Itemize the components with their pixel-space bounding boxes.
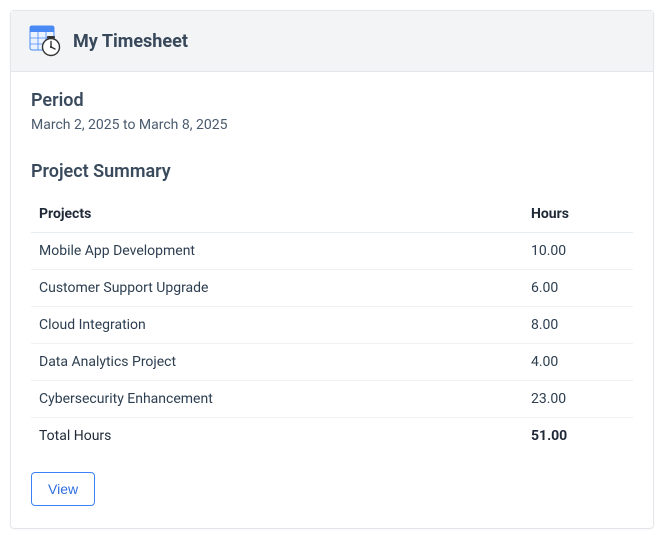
card-body: Period March 2, 2025 to March 8, 2025 Pr… [11, 72, 653, 528]
project-name: Mobile App Development [31, 233, 523, 270]
project-name: Cloud Integration [31, 307, 523, 344]
project-hours: 8.00 [523, 307, 633, 344]
total-row: Total Hours 51.00 [31, 418, 633, 455]
total-label: Total Hours [31, 418, 523, 455]
total-hours: 51.00 [523, 418, 633, 455]
table-row: Cybersecurity Enhancement 23.00 [31, 381, 633, 418]
period-label: Period [31, 90, 633, 111]
period-value: March 2, 2025 to March 8, 2025 [31, 117, 633, 133]
card-header: My Timesheet [11, 11, 653, 72]
view-button[interactable]: View [31, 472, 95, 506]
timesheet-card: My Timesheet Period March 2, 2025 to Mar… [10, 10, 654, 529]
project-name: Data Analytics Project [31, 344, 523, 381]
project-name: Customer Support Upgrade [31, 270, 523, 307]
project-summary-title: Project Summary [31, 161, 633, 182]
table-row: Data Analytics Project 4.00 [31, 344, 633, 381]
project-summary-table: Projects Hours Mobile App Development 10… [31, 196, 633, 454]
card-title: My Timesheet [73, 31, 188, 52]
table-row: Customer Support Upgrade 6.00 [31, 270, 633, 307]
timesheet-icon [29, 25, 61, 57]
table-row: Cloud Integration 8.00 [31, 307, 633, 344]
project-hours: 23.00 [523, 381, 633, 418]
col-hours: Hours [523, 196, 633, 233]
table-row: Mobile App Development 10.00 [31, 233, 633, 270]
project-name: Cybersecurity Enhancement [31, 381, 523, 418]
table-header-row: Projects Hours [31, 196, 633, 233]
project-hours: 10.00 [523, 233, 633, 270]
project-hours: 4.00 [523, 344, 633, 381]
col-projects: Projects [31, 196, 523, 233]
project-hours: 6.00 [523, 270, 633, 307]
